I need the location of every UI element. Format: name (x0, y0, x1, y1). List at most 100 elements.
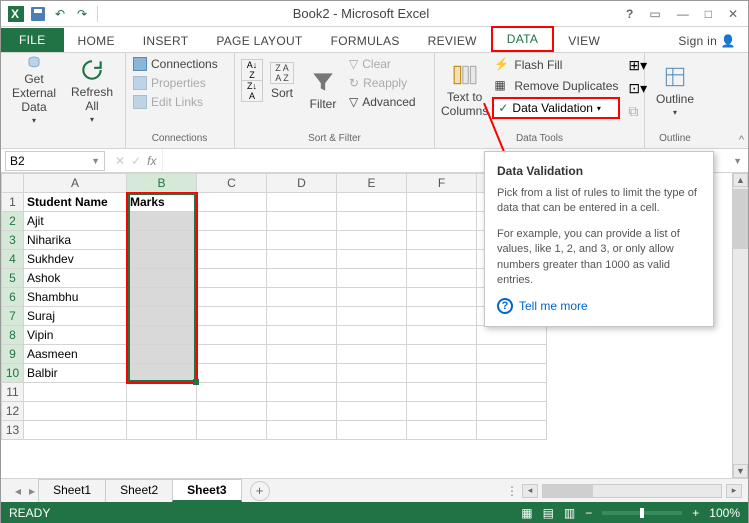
redo-icon[interactable]: ↷ (73, 5, 91, 23)
add-sheet-button[interactable]: + (250, 481, 270, 501)
scroll-left-icon[interactable]: ◂ (522, 484, 538, 498)
cell-D9[interactable] (267, 345, 337, 364)
row-header-3[interactable]: 3 (2, 231, 24, 250)
cell-A8[interactable]: Vipin (24, 326, 127, 345)
scroll-right-icon[interactable]: ▸ (726, 484, 742, 498)
connections-item[interactable]: Connections (131, 55, 220, 73)
maximize-icon[interactable]: □ (701, 5, 716, 23)
cell-C11[interactable] (197, 383, 267, 402)
collapse-ribbon-icon[interactable]: ^ (739, 134, 744, 146)
cell-F6[interactable] (407, 288, 477, 307)
row-header-12[interactable]: 12 (2, 402, 24, 421)
col-header-C[interactable]: C (197, 174, 267, 193)
cell-D6[interactable] (267, 288, 337, 307)
cancel-icon[interactable]: ✕ (115, 154, 125, 168)
refresh-all-button[interactable]: Refresh All▾ (65, 55, 119, 125)
row-header-9[interactable]: 9 (2, 345, 24, 364)
cell-C1[interactable] (197, 193, 267, 212)
clear-filter-item[interactable]: ▽Clear (347, 55, 418, 73)
view-page-break-icon[interactable]: ▥ (564, 506, 575, 520)
tab-insert[interactable]: INSERT (129, 30, 203, 52)
cell-D1[interactable] (267, 193, 337, 212)
tab-file[interactable]: FILE (1, 28, 64, 52)
remove-duplicates-item[interactable]: ▦Remove Duplicates (492, 76, 620, 96)
cell-C13[interactable] (197, 421, 267, 440)
cell-E8[interactable] (337, 326, 407, 345)
cell-B11[interactable] (127, 383, 197, 402)
row-header-10[interactable]: 10 (2, 364, 24, 383)
tab-data[interactable]: DATA (491, 26, 554, 52)
zoom-slider[interactable] (602, 511, 682, 515)
cell-C8[interactable] (197, 326, 267, 345)
cell-G12[interactable] (477, 402, 547, 421)
col-header-A[interactable]: A (24, 174, 127, 193)
cell-D5[interactable] (267, 269, 337, 288)
row-header-8[interactable]: 8 (2, 326, 24, 345)
scroll-down-icon[interactable]: ▼ (733, 464, 748, 478)
get-external-data-button[interactable]: Get External Data▾ (7, 55, 61, 125)
cell-D4[interactable] (267, 250, 337, 269)
flash-fill-item[interactable]: ⚡Flash Fill (492, 55, 620, 75)
cell-E13[interactable] (337, 421, 407, 440)
cell-E11[interactable] (337, 383, 407, 402)
cell-C10[interactable] (197, 364, 267, 383)
fill-handle[interactable] (193, 379, 199, 385)
select-all-corner[interactable] (2, 174, 24, 193)
cell-E3[interactable] (337, 231, 407, 250)
cell-E5[interactable] (337, 269, 407, 288)
tab-page-layout[interactable]: PAGE LAYOUT (202, 30, 316, 52)
cell-A13[interactable] (24, 421, 127, 440)
expand-formula-bar-icon[interactable]: ▼ (727, 156, 748, 166)
cell-B2[interactable] (127, 212, 197, 231)
col-header-B[interactable]: B (127, 174, 197, 193)
save-icon[interactable] (29, 5, 47, 23)
sheet-tab-Sheet3[interactable]: Sheet3 (172, 479, 241, 502)
cell-G10[interactable] (477, 364, 547, 383)
row-header-13[interactable]: 13 (2, 421, 24, 440)
cell-E1[interactable] (337, 193, 407, 212)
cell-E2[interactable] (337, 212, 407, 231)
cell-F3[interactable] (407, 231, 477, 250)
zoom-level[interactable]: 100% (709, 506, 740, 520)
cell-D13[interactable] (267, 421, 337, 440)
col-header-D[interactable]: D (267, 174, 337, 193)
cell-F10[interactable] (407, 364, 477, 383)
col-header-E[interactable]: E (337, 174, 407, 193)
cell-G11[interactable] (477, 383, 547, 402)
cell-B3[interactable] (127, 231, 197, 250)
cell-A2[interactable]: Ajit (24, 212, 127, 231)
row-header-5[interactable]: 5 (2, 269, 24, 288)
sort-asc-icon[interactable]: A↓Z (241, 59, 263, 81)
split-handle[interactable]: ⋮ (506, 484, 518, 498)
cell-A7[interactable]: Suraj (24, 307, 127, 326)
row-header-4[interactable]: 4 (2, 250, 24, 269)
cell-B12[interactable] (127, 402, 197, 421)
cell-F12[interactable] (407, 402, 477, 421)
cell-C3[interactable] (197, 231, 267, 250)
cell-C2[interactable] (197, 212, 267, 231)
reapply-item[interactable]: ↻Reapply (347, 74, 418, 92)
edit-links-item[interactable]: Edit Links (131, 93, 220, 111)
cell-B4[interactable] (127, 250, 197, 269)
enter-icon[interactable]: ✓ (131, 154, 141, 168)
scroll-up-icon[interactable]: ▲ (733, 173, 748, 187)
tab-formulas[interactable]: FORMULAS (317, 30, 414, 52)
cell-A5[interactable]: Ashok (24, 269, 127, 288)
sheet-tab-Sheet1[interactable]: Sheet1 (38, 479, 106, 502)
fx-icon[interactable]: fx (147, 154, 156, 168)
col-header-F[interactable]: F (407, 174, 477, 193)
filter-button[interactable]: Filter (303, 55, 343, 125)
row-header-7[interactable]: 7 (2, 307, 24, 326)
advanced-item[interactable]: ▽Advanced (347, 93, 418, 111)
vertical-scrollbar[interactable]: ▲ ▼ (732, 173, 748, 478)
name-box[interactable]: B2▼ (5, 151, 105, 171)
cell-E6[interactable] (337, 288, 407, 307)
text-to-columns-button[interactable]: Text to Columns (441, 55, 488, 125)
cell-B6[interactable] (127, 288, 197, 307)
cell-D10[interactable] (267, 364, 337, 383)
ribbon-options-icon[interactable]: ▭ (645, 5, 664, 23)
row-header-2[interactable]: 2 (2, 212, 24, 231)
data-validation-button[interactable]: ✓ Data Validation ▾ (492, 97, 620, 119)
view-page-layout-icon[interactable]: ▤ (543, 506, 554, 520)
cell-F4[interactable] (407, 250, 477, 269)
